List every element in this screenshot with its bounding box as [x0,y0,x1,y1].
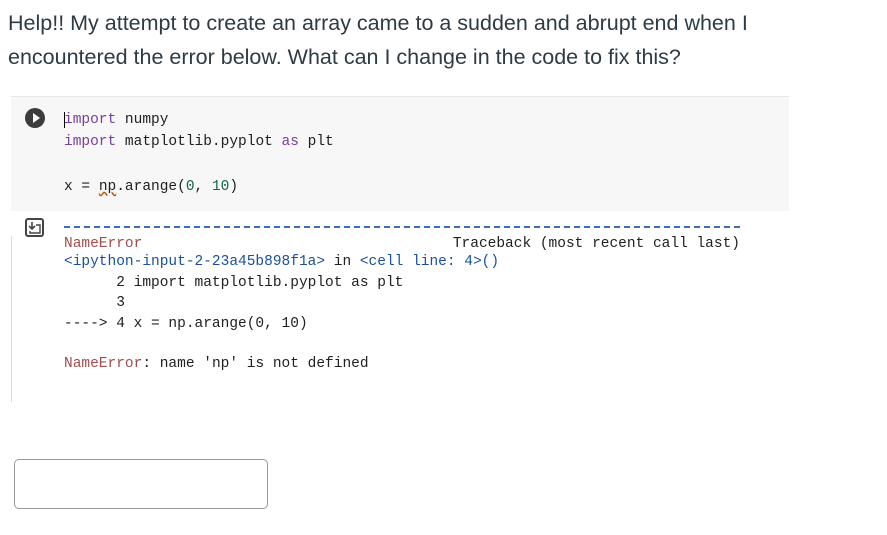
traceback-line-3: 3 [64,295,125,311]
final-error-name: NameError [64,356,143,372]
input-ref-link[interactable]: <ipython-input-2-23a45b898f1a> [64,254,325,270]
answer-input[interactable] [14,459,268,509]
cell-output: NameError Traceback (most recent call la… [64,226,740,375]
traceback-arrow-line: ----> 4 x = np.arange(0, 10) [64,315,308,332]
question-text: Help!! My attempt to create an array cam… [8,11,748,69]
traceback-line-2: 2 import matplotlib.pyplot as plt [64,274,404,291]
output-divider [11,236,12,402]
traceback-separator [64,226,740,228]
output-clear-icon[interactable] [25,218,44,237]
code-line-2[interactable]: import matplotlib.pyplot as plt [64,134,334,150]
error-name: NameError [64,236,143,252]
final-error-message: : name 'np' is not defined [142,356,369,372]
code-line-3[interactable]: x = np.arange(0, 10) [64,179,238,195]
cell-ref-link[interactable]: <cell line: 4>() [360,254,499,270]
code-line-1[interactable]: import numpy [64,112,168,128]
run-cell-button[interactable] [25,108,45,128]
traceback-label: Traceback (most recent call last) [452,236,740,252]
